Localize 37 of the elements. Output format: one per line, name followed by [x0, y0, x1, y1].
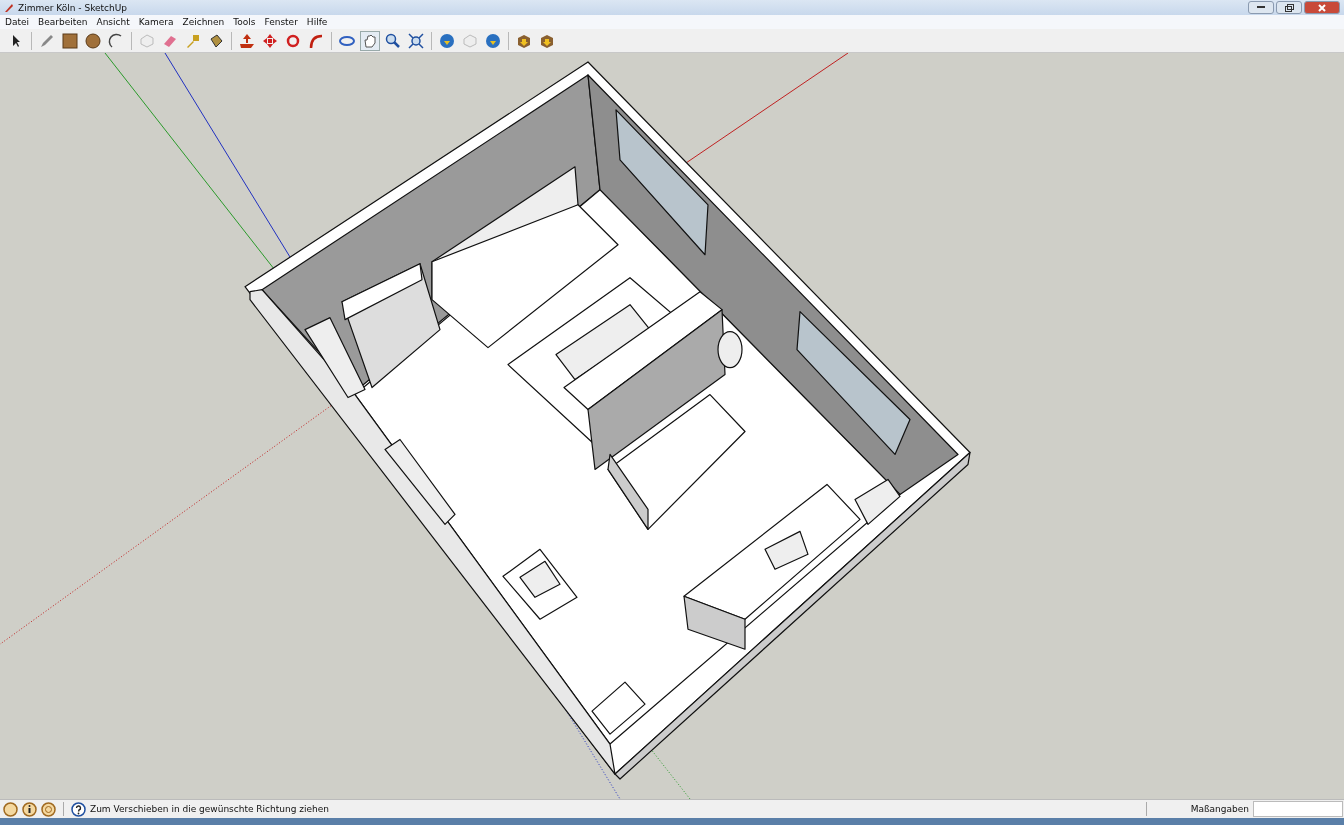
restore-icon [1284, 3, 1294, 12]
circle-icon [85, 32, 101, 49]
menu-item[interactable]: Datei [5, 17, 29, 27]
close-icon [1318, 3, 1326, 12]
restore-button[interactable] [1276, 1, 1302, 14]
zoom-extents-icon [408, 32, 424, 49]
window-title: Zimmer Köln - SketchUp [18, 2, 128, 13]
tool-button[interactable] [83, 30, 103, 51]
tool-button[interactable] [406, 30, 426, 51]
help-icon[interactable] [71, 801, 86, 817]
app-logo-icon [4, 2, 14, 13]
menu-item[interactable]: Hilfe [306, 17, 328, 27]
info-icon [22, 801, 37, 817]
measurements-label: Maßangaben [1190, 804, 1249, 814]
menu-item[interactable]: Ansicht [96, 17, 130, 27]
menu-item[interactable]: Tools [233, 17, 256, 27]
hand-icon [362, 32, 378, 49]
minimize-icon [1257, 6, 1265, 9]
close-button[interactable] [1304, 1, 1340, 14]
zoom-icon [385, 32, 401, 49]
pencil-icon [39, 32, 55, 49]
rotate-icon [285, 32, 301, 49]
menu-item[interactable]: Bearbeiten [38, 17, 88, 27]
menu-item[interactable]: Fenster [264, 17, 298, 27]
minimize-button[interactable] [1248, 1, 1274, 14]
arc-icon [108, 32, 124, 49]
status-hint: Zum Verschieben in die gewünschte Richtung ziehen [90, 804, 329, 814]
globe-icon [485, 32, 501, 49]
push-pull-icon [239, 32, 255, 49]
box-icon [139, 32, 155, 49]
globe-icon [439, 32, 455, 49]
move-arrows-icon [262, 32, 278, 49]
measurements-field[interactable] [1253, 801, 1343, 817]
menu-item[interactable]: Kamera [138, 17, 174, 27]
menu-item[interactable]: Zeichnen [182, 17, 225, 27]
download-box-icon [516, 32, 532, 49]
square-icon [62, 32, 78, 49]
